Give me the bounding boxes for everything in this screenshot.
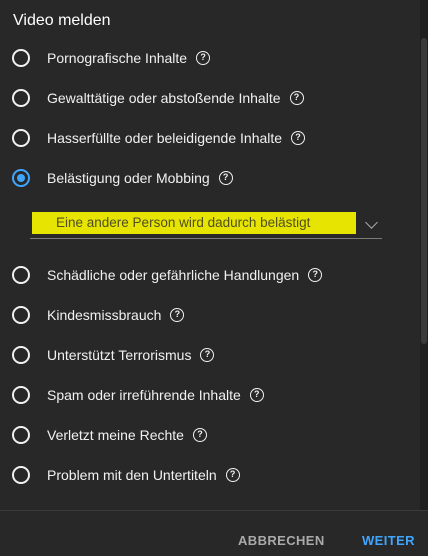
help-icon[interactable]: ? — [225, 468, 240, 482]
dialog-footer: ABBRECHEN WEITER — [0, 510, 428, 556]
option-pornografische-inhalte[interactable]: Pornografische Inhalte ? — [12, 46, 211, 70]
chevron-down-icon[interactable] — [365, 216, 378, 229]
help-icon[interactable]: ? — [196, 51, 211, 65]
help-icon[interactable]: ? — [249, 388, 264, 402]
option-label: Gewalttätige oder abstoßende Inhalte — [47, 90, 281, 106]
help-icon[interactable]: ? — [218, 171, 233, 185]
help-icon[interactable]: ? — [192, 428, 207, 442]
option-untertitel[interactable]: Problem mit den Untertiteln ? — [12, 463, 240, 487]
option-label: Verletzt meine Rechte — [47, 427, 184, 443]
option-label: Hasserfüllte oder beleidigende Inhalte — [47, 130, 283, 146]
subcategory-selected-value: Eine andere Person wird dadurch belästig… — [32, 212, 356, 234]
radio-button[interactable] — [12, 426, 30, 444]
scrollbar-thumb[interactable] — [421, 38, 427, 344]
option-belaestigung-mobbing[interactable]: Belästigung oder Mobbing ? — [12, 166, 233, 190]
help-icon[interactable]: ? — [170, 308, 185, 322]
option-kindesmissbrauch[interactable]: Kindesmissbrauch ? — [12, 303, 185, 327]
option-rechte-verletzt[interactable]: Verletzt meine Rechte ? — [12, 423, 207, 447]
option-terrorismus[interactable]: Unterstützt Terrorismus ? — [12, 343, 215, 367]
option-label: Kindesmissbrauch — [47, 307, 162, 323]
option-schaedliche-handlungen[interactable]: Schädliche oder gefährliche Handlungen ? — [12, 263, 323, 287]
radio-button[interactable] — [12, 306, 30, 324]
option-spam[interactable]: Spam oder irreführende Inhalte ? — [12, 383, 264, 407]
option-gewalttaetige-inhalte[interactable]: Gewalttätige oder abstoßende Inhalte ? — [12, 86, 304, 110]
option-label: Unterstützt Terrorismus — [47, 347, 192, 363]
report-video-dialog: Video melden Pornografische Inhalte ? Ge… — [0, 0, 428, 556]
dialog-title: Video melden — [13, 12, 111, 29]
help-icon[interactable]: ? — [200, 348, 215, 362]
option-hasserfuellte-inhalte[interactable]: Hasserfüllte oder beleidigende Inhalte ? — [12, 126, 306, 150]
subcategory-dropdown[interactable]: Eine andere Person wird dadurch belästig… — [30, 212, 382, 239]
help-icon[interactable]: ? — [289, 91, 304, 105]
radio-button[interactable] — [12, 266, 30, 284]
option-label: Spam oder irreführende Inhalte — [47, 387, 241, 403]
radio-button-checked[interactable] — [12, 169, 30, 187]
next-button[interactable]: WEITER — [362, 533, 415, 548]
radio-button[interactable] — [12, 466, 30, 484]
help-icon[interactable]: ? — [308, 268, 323, 282]
radio-button[interactable] — [12, 346, 30, 364]
option-label: Belästigung oder Mobbing — [47, 170, 210, 186]
option-label: Pornografische Inhalte — [47, 50, 188, 66]
cancel-button[interactable]: ABBRECHEN — [238, 533, 325, 548]
radio-button[interactable] — [12, 49, 30, 67]
scrollbar[interactable] — [420, 0, 428, 510]
option-label: Schädliche oder gefährliche Handlungen — [47, 267, 300, 283]
radio-button[interactable] — [12, 129, 30, 147]
radio-button[interactable] — [12, 89, 30, 107]
help-icon[interactable]: ? — [291, 131, 306, 145]
option-label: Problem mit den Untertiteln — [47, 467, 217, 483]
radio-button[interactable] — [12, 386, 30, 404]
